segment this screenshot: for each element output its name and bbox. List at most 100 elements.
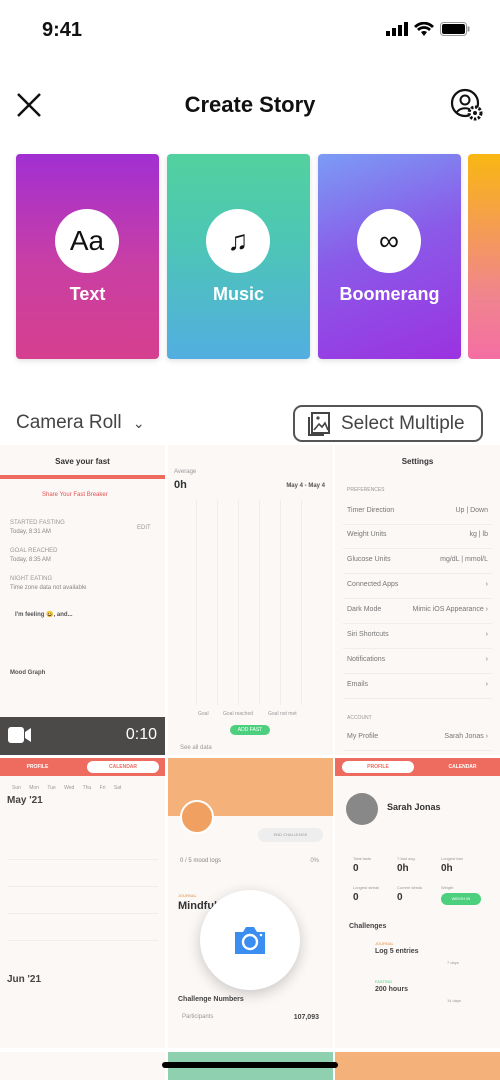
thumb-text: 0h [174,479,187,491]
setting-value[interactable]: Mimic iOS Appearance › [413,606,488,613]
thumb-text: Challenge Numbers [178,996,244,1003]
thumb-text: 0 / 5 mood logs [180,858,222,864]
stat-value: 0h [441,863,453,874]
thumb-text: 7 days [447,960,459,965]
status-bar: 9:41 [0,0,500,60]
thumb-text: Participants [182,1014,214,1020]
thumb-text: ACCOUNT [347,715,372,721]
camera-icon [235,927,265,954]
setting-label: Dark Mode [347,606,382,613]
story-card-next[interactable] [468,154,500,359]
thumb-text: Today, 8:31 AM [10,529,51,535]
thumb-text: JOURNAL [178,893,197,898]
setting-label: Connected Apps [347,581,399,588]
thumb-tab: PROFILE [342,761,414,773]
thumb-tab: CALENDAR [87,761,159,773]
stat-label: Current streak [397,885,423,890]
thumb-text: 107,093 [293,1014,319,1021]
photo-thumbnail[interactable] [335,1052,500,1080]
status-time: 9:41 [42,19,83,41]
story-card-music[interactable]: ♫ Music [167,154,310,359]
setting-value[interactable]: › [486,581,488,588]
header: Create Story [0,80,500,130]
card-label: Music [212,284,264,304]
photo-thumbnail[interactable]: PROFILE CALENDAR Sarah Jonas Total fasts… [335,758,500,1048]
thumb-text: Average [174,469,197,475]
video-duration: 0:10 [125,726,157,743]
select-multiple-button[interactable]: Select Multiple [293,405,483,442]
stat-value: 0 [397,892,403,903]
setting-label: Timer Direction [347,507,395,514]
setting-value[interactable]: › [486,656,488,663]
select-multiple-label: Select Multiple [341,412,465,434]
photo-thumbnail[interactable] [0,1052,165,1080]
thumb-text: Log 5 entries [375,948,419,955]
thumb-text: Mood Graph [10,670,46,676]
legend-item: Goal [198,711,209,717]
thumb-text: EDIT [137,525,151,531]
setting-value[interactable]: Up | Down [455,507,488,514]
thumb-text: I'm feeling 😀, and... [15,612,73,618]
chevron-down-icon: ⌄ [132,415,145,431]
video-camera-icon [8,727,31,743]
thumb-month: Jun '21 [7,974,42,985]
thumb-text: JOURNAL [375,941,394,946]
thumb-weekdays: Sun Mon Tue Wed Thu Fri Sat [12,785,122,791]
thumb-text: GOAL REACHED [10,548,58,554]
signal-icon [386,22,408,36]
card-label: Text [69,284,106,304]
stat-label: Total fasts [353,856,372,861]
thumb-tab: CALENDAR [448,764,477,770]
stat-value: 0h [397,863,409,874]
stat-value: WEIGH IN [441,893,481,905]
setting-value[interactable]: Sarah Jonas › [444,733,488,740]
battery-icon [440,22,470,36]
photo-thumbnail-video[interactable]: Save your fast Share Your Fast Breaker S… [0,445,165,755]
setting-label: Glucose Units [347,556,391,563]
thumb-text: May 4 - May 4 [286,483,325,489]
story-card-text[interactable]: Aa Text [16,154,159,359]
wifi-icon [414,22,434,36]
stat-label: 7-fast avg. [397,856,416,861]
setting-value[interactable]: kg | lb [469,531,488,538]
thumb-month: May '21 [7,795,43,806]
thumb-text: END CHALLENGE [258,828,323,842]
story-card-boomerang[interactable]: ∞ Boomerang [318,154,461,359]
legend-item: Goal not met [268,711,297,717]
music-note-icon: ♫ [206,209,270,273]
thumb-text: 0% [310,858,319,864]
person-gear-icon[interactable] [450,88,484,122]
setting-value[interactable]: mg/dL | mmol/L [440,556,488,563]
thumb-text: Share Your Fast Breaker [42,492,108,498]
stat-label: Longest streak [353,885,380,890]
home-indicator [162,1062,338,1068]
thumb-text: ADD FAST [230,725,270,735]
setting-label: Weight Units [347,531,387,538]
stat-value: 0 [353,863,359,874]
thumb-text: Challenges [349,923,387,930]
thumb-title: Settings [401,457,434,466]
setting-label: Siri Shortcuts [347,631,389,638]
thumb-text: STARTED FASTING [10,520,65,526]
setting-value[interactable]: › [486,681,488,688]
photo-thumbnail[interactable]: PROFILE CALENDAR Sun Mon Tue Wed Thu Fri… [0,758,165,1048]
photo-thumbnail[interactable]: Settings PREFERENCES Timer Direction Up |… [335,445,500,755]
setting-label: My Profile [347,733,379,740]
thumb-text: NIGHT EATING [10,576,53,582]
card-label: Boomerang [339,284,440,304]
legend-item: Goal reached [223,711,254,717]
thumb-text: Time zone data not available [10,585,87,591]
camera-button[interactable] [200,890,300,990]
thumb-text: Today, 8:35 AM [10,557,51,563]
thumb-text: See all data [180,745,212,751]
camera-roll-dropdown[interactable]: Camera Roll ⌄ [16,412,145,434]
thumb-text: 200 hours [375,986,409,993]
thumb-text: PREFERENCES [347,487,385,493]
photo-thumbnail[interactable]: Average 0h May 4 - May 4 Goal Goal reach… [168,445,333,755]
setting-value[interactable]: › [486,631,488,638]
video-overlay: 0:10 [0,717,165,755]
stat-value: 0 [353,892,359,903]
page-title: Create Story [184,92,316,117]
text-aa-icon: Aa [55,209,119,273]
thumb-text: 14 days [447,998,462,1003]
